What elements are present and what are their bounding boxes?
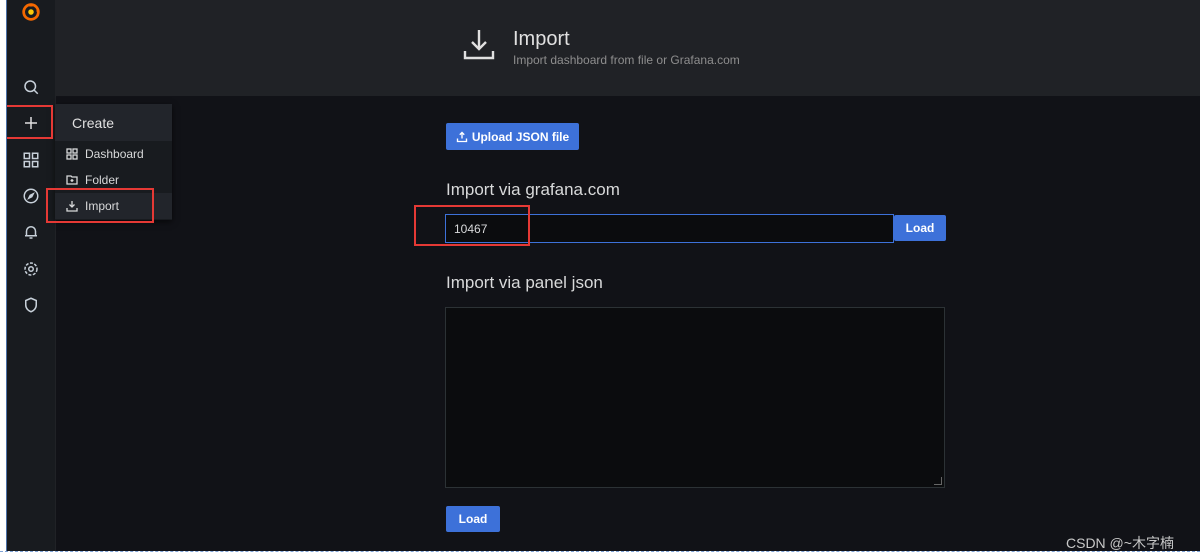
highlight-input-box <box>414 205 530 246</box>
alerting-icon[interactable] <box>19 220 43 244</box>
grafana-app: Import Import dashboard from file or Gra… <box>7 0 1200 551</box>
upload-json-label: Upload JSON file <box>471 129 570 144</box>
resize-handle[interactable] <box>934 477 942 485</box>
import-icon <box>461 27 497 63</box>
highlight-import-box <box>46 188 154 223</box>
window-bottom-edge <box>0 551 1200 560</box>
shield-icon[interactable] <box>19 293 43 317</box>
create-item-dashboard[interactable]: Dashboard <box>55 141 172 167</box>
highlight-plus-box <box>7 105 53 139</box>
upload-json-button[interactable]: Upload JSON file <box>446 123 579 150</box>
page-subtitle: Import dashboard from file or Grafana.co… <box>513 53 740 67</box>
panel-json-section-title: Import via panel json <box>446 273 603 292</box>
panel-json-textarea[interactable] <box>445 307 945 488</box>
gcom-section-title: Import via grafana.com <box>446 180 620 199</box>
gcom-load-button[interactable]: Load <box>894 215 946 241</box>
upload-icon <box>456 131 467 142</box>
configuration-icon[interactable] <box>19 257 43 281</box>
watermark: CSDN @~木字楠 <box>1066 535 1174 551</box>
create-item-label: Folder <box>85 173 120 187</box>
create-menu-header: Create <box>55 104 172 141</box>
folder-plus-icon <box>66 175 78 185</box>
apps-icon <box>66 148 78 160</box>
page-header: Import Import dashboard from file or Gra… <box>55 0 1200 96</box>
search-icon[interactable] <box>19 75 43 99</box>
explore-icon[interactable] <box>19 184 43 208</box>
create-item-label: Dashboard <box>85 147 144 161</box>
sidemenu <box>7 0 56 551</box>
page-title: Import <box>513 28 570 50</box>
window-left-edge <box>0 0 7 551</box>
panel-json-load-button[interactable]: Load <box>446 506 500 532</box>
grafana-logo-icon[interactable] <box>18 0 44 24</box>
dashboards-icon[interactable] <box>19 148 43 172</box>
